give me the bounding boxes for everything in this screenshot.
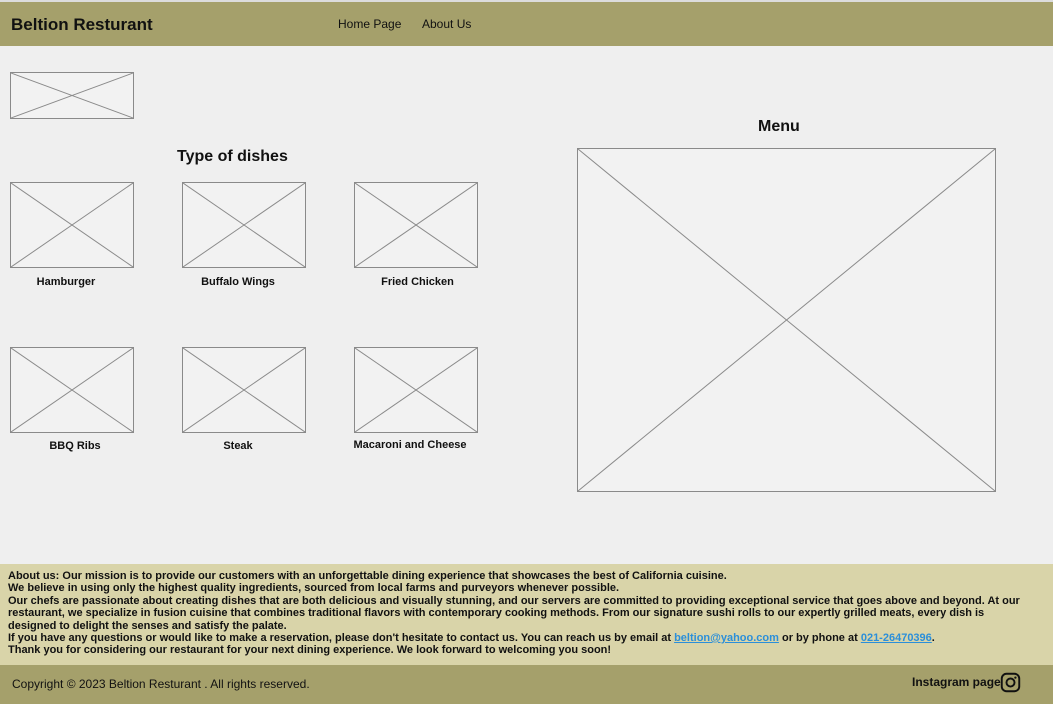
- menu-section-title: Menu: [758, 118, 800, 135]
- dish-label-fried-chicken: Fried Chicken: [381, 276, 454, 288]
- dish-image-steak: [182, 347, 306, 433]
- dish-label-macaroni-and-cheese: Macaroni and Cheese: [353, 439, 467, 451]
- about-section: About us: Our mission is to provide our …: [0, 564, 1053, 665]
- menu-image-placeholder: [577, 148, 996, 492]
- dishes-section-title: Type of dishes: [177, 148, 288, 165]
- dish-label-hamburger: Hamburger: [36, 276, 96, 288]
- dish-image-macaroni-and-cheese: [354, 347, 478, 433]
- about-mission: About us: Our mission is to provide our …: [8, 570, 727, 582]
- nav-about-link[interactable]: About Us: [422, 17, 471, 31]
- instagram-link[interactable]: Instagram page: [912, 675, 1001, 689]
- brand-name: Beltion Resturant: [11, 15, 153, 34]
- about-chefs: Our chefs are passionate about creating …: [8, 594, 1020, 632]
- instagram-icon[interactable]: [1000, 672, 1021, 693]
- about-contact: If you have any questions or would like …: [8, 632, 935, 645]
- dish-image-buffalo-wings: [182, 182, 306, 268]
- nav-home-link[interactable]: Home Page: [338, 17, 401, 31]
- dish-label-bbq-ribs: BBQ Ribs: [49, 440, 101, 452]
- about-ingredients: We believe in using only the highest qua…: [8, 582, 620, 595]
- dish-label-buffalo-wings: Buffalo Wings: [201, 276, 275, 288]
- dish-image-fried-chicken: [354, 182, 478, 268]
- about-label: About us:: [8, 570, 60, 582]
- email-link[interactable]: beltion@yahoo.com: [674, 632, 779, 644]
- dish-label-steak: Steak: [223, 440, 253, 452]
- dish-image-hamburger: [10, 182, 134, 268]
- about-text: About us: Our mission is to provide our …: [8, 570, 1023, 657]
- site-footer: Copyright © 2023 Beltion Resturant . All…: [0, 665, 1053, 704]
- copyright-text: Copyright © 2023 Beltion Resturant . All…: [12, 677, 310, 691]
- dish-image-bbq-ribs: [10, 347, 134, 433]
- phone-link[interactable]: 021-26470396: [861, 632, 932, 644]
- logo-image-placeholder: [10, 72, 134, 119]
- site-header: Beltion Resturant Home Page About Us: [0, 2, 1053, 46]
- about-thanks: Thank you for considering our restaurant…: [8, 644, 612, 657]
